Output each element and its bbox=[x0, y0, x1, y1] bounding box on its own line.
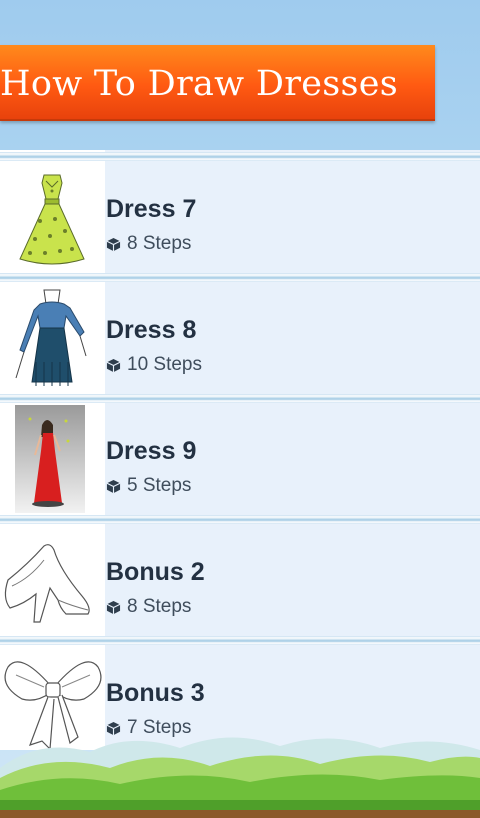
cube-icon bbox=[106, 479, 121, 494]
list-item-dress-7[interactable]: Dress 7 8 Steps bbox=[0, 161, 480, 273]
item-steps-text: 5 Steps bbox=[127, 475, 192, 496]
item-title: Dress 7 bbox=[106, 195, 197, 223]
item-steps-text: 10 Steps bbox=[127, 354, 202, 375]
cube-icon bbox=[106, 600, 121, 615]
row-divider bbox=[0, 394, 480, 403]
row-divider bbox=[0, 515, 480, 524]
list-item-dress-9[interactable]: Dress 9 5 Steps bbox=[0, 403, 480, 515]
item-steps: 5 Steps bbox=[106, 475, 191, 497]
blue-dress-thumbnail bbox=[0, 282, 105, 394]
list-item-dress-8[interactable]: Dress 8 10 Steps bbox=[0, 282, 480, 394]
lesson-list[interactable]: Dress 7 8 Steps Dress 8 10 Steps Dress 9… bbox=[0, 150, 480, 750]
cube-icon bbox=[106, 237, 121, 252]
item-title: Bonus 2 bbox=[106, 558, 205, 586]
row-divider bbox=[0, 636, 480, 645]
grass-hills-decoration bbox=[0, 728, 480, 818]
row-divider bbox=[0, 152, 480, 161]
cube-icon bbox=[106, 358, 121, 373]
item-title: Bonus 3 bbox=[106, 679, 205, 707]
item-steps: 10 Steps bbox=[106, 354, 202, 376]
item-steps: 8 Steps bbox=[106, 233, 191, 255]
shoe-thumbnail bbox=[0, 524, 105, 636]
row-divider bbox=[0, 273, 480, 282]
page-title: How To Draw Dresses bbox=[0, 64, 399, 104]
item-steps-text: 8 Steps bbox=[127, 233, 192, 254]
list-item-bonus-2[interactable]: Bonus 2 8 Steps bbox=[0, 524, 480, 636]
green-dress-thumbnail bbox=[0, 161, 105, 273]
red-gown-thumbnail bbox=[0, 403, 105, 515]
title-banner: How To Draw Dresses bbox=[0, 45, 435, 121]
item-steps-text: 8 Steps bbox=[127, 596, 192, 617]
item-title: Dress 9 bbox=[106, 437, 197, 465]
item-title: Dress 8 bbox=[106, 316, 197, 344]
item-steps: 8 Steps bbox=[106, 596, 191, 618]
